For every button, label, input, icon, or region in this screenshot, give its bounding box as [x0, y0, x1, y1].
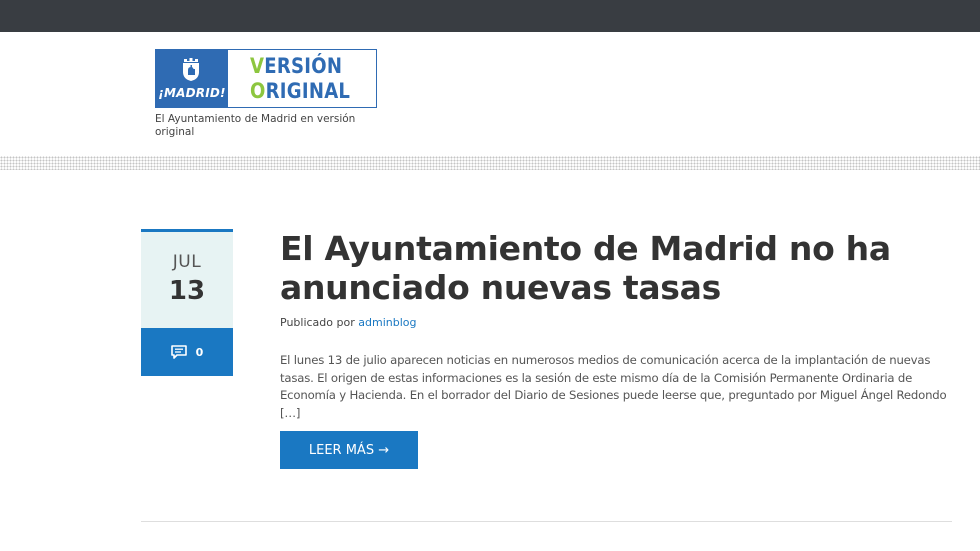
- logo-line2-accent: O: [250, 78, 266, 103]
- comment-icon: [170, 345, 187, 359]
- logo-line1-rest: ERSIÓN: [264, 53, 343, 78]
- logo-line1-accent: V: [250, 53, 265, 78]
- post-divider: [141, 521, 952, 522]
- logo-wordmark: VERSIÓN ORIGINAL: [228, 50, 376, 107]
- author-link[interactable]: adminblog: [358, 316, 416, 329]
- top-bar: [0, 0, 980, 32]
- post-excerpt: El lunes 13 de julio aparecen noticias e…: [280, 353, 947, 420]
- logo-line2-rest: RIGINAL: [265, 78, 351, 103]
- madrid-crest-icon: [183, 58, 199, 81]
- dotted-separator: [0, 156, 980, 170]
- logo-city-text: ¡MADRID!: [158, 86, 226, 100]
- post-date-day: 13: [168, 276, 206, 306]
- logo-madrid-block: ¡MADRID!: [156, 50, 228, 107]
- byline-prefix: Publicado por: [280, 316, 355, 329]
- logo-line-version: VERSIÓN: [250, 54, 358, 79]
- comments-link[interactable]: 0: [141, 328, 233, 376]
- logo-line-original: ORIGINAL: [250, 79, 358, 104]
- post-byline: Publicado por adminblog: [280, 316, 416, 329]
- post-title[interactable]: El Ayuntamiento de Madrid no ha anunciad…: [280, 229, 920, 307]
- post-date-month: JUL: [172, 252, 202, 272]
- site-logo[interactable]: ¡MADRID! VERSIÓN ORIGINAL: [155, 49, 377, 108]
- read-more-button[interactable]: LEER MÁS →: [280, 431, 418, 469]
- site-tagline: El Ayuntamiento de Madrid en versión ori…: [155, 113, 356, 138]
- post-date-badge: JUL 13: [141, 229, 233, 328]
- comment-count: 0: [195, 345, 204, 359]
